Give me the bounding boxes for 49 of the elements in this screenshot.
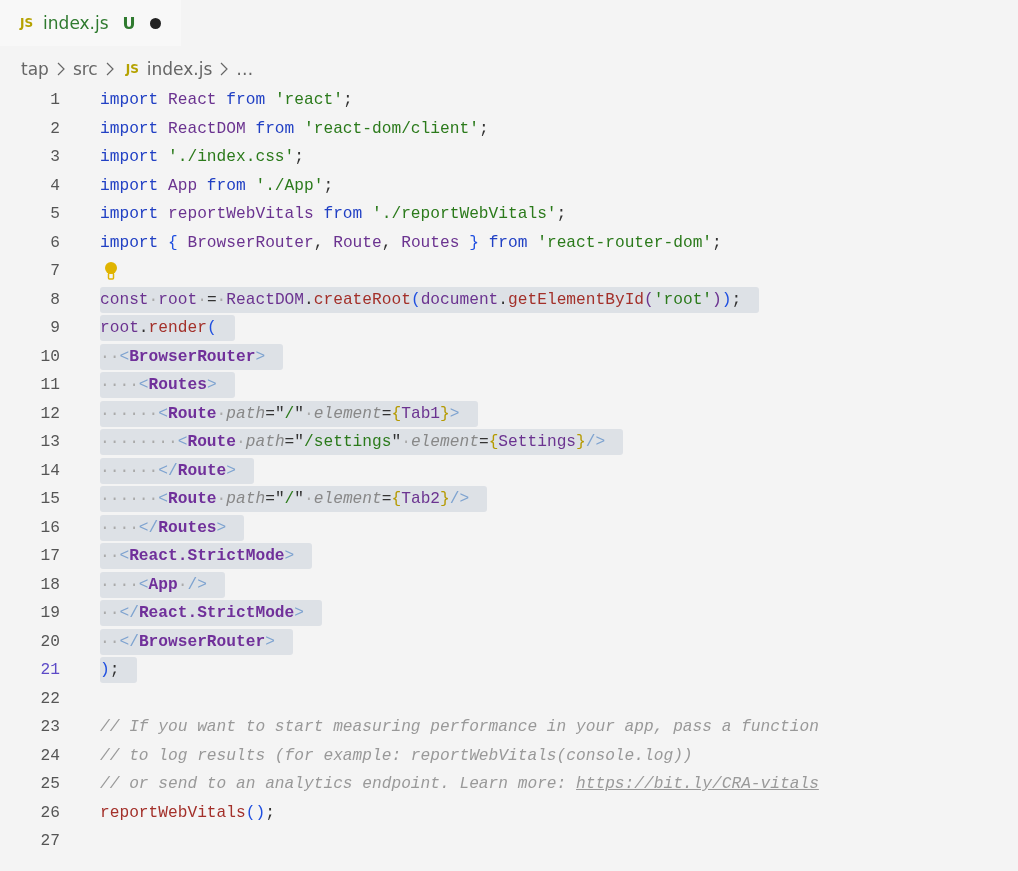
code-line: // or send to an analytics endpoint. Learn more: https://bit.ly/CRA-vitals bbox=[100, 774, 819, 796]
line-number: 11 bbox=[39, 376, 61, 395]
line-number: 22 bbox=[39, 689, 61, 708]
line-number: 4 bbox=[49, 176, 61, 195]
line-number: 2 bbox=[49, 119, 61, 138]
line-number: 3 bbox=[49, 148, 61, 167]
git-status: U bbox=[122, 13, 136, 33]
line-number: 15 bbox=[39, 490, 61, 509]
breadcrumb-item[interactable]: src bbox=[72, 59, 98, 79]
chevron-right-icon bbox=[105, 62, 114, 76]
code-line: import React from 'react'; bbox=[100, 90, 353, 112]
breadcrumb-item[interactable]: tap bbox=[21, 59, 49, 79]
line-number: 12 bbox=[39, 404, 61, 423]
line-number: 14 bbox=[39, 461, 61, 480]
code-line: // to log results (for example: reportWebVitals(console.log)) bbox=[100, 745, 693, 767]
code-line: reportWebVitals(); bbox=[100, 802, 275, 824]
line-number: 8 bbox=[49, 290, 61, 309]
js-file-icon: JS bbox=[20, 16, 34, 30]
tab-label: index.js bbox=[43, 13, 109, 33]
chevron-right-icon bbox=[56, 62, 65, 76]
line-number: 13 bbox=[39, 433, 61, 452]
line-number: 27 bbox=[39, 832, 61, 851]
line-number: 1 bbox=[49, 91, 61, 110]
line-number: 18 bbox=[39, 575, 61, 594]
code-line: import { BrowserRouter, Route, Routes } from 'react-router-dom'; bbox=[100, 232, 722, 254]
code-line: import ReactDOM from 'react-dom/client'; bbox=[100, 118, 489, 140]
line-number: 24 bbox=[39, 746, 61, 765]
line-number: 19 bbox=[39, 604, 61, 623]
line-number: 21 bbox=[39, 661, 61, 680]
line-number: 16 bbox=[39, 518, 61, 537]
editor-tab[interactable]: JS index.js U bbox=[0, 0, 181, 46]
code-line: import reportWebVitals from './reportWebVitals'; bbox=[100, 204, 567, 226]
line-number: 6 bbox=[49, 233, 61, 252]
line-number: 20 bbox=[39, 632, 61, 651]
js-file-icon: JS bbox=[125, 62, 139, 76]
chevron-right-icon bbox=[220, 62, 229, 76]
code-line: import './index.css'; bbox=[100, 147, 304, 169]
line-number: 23 bbox=[39, 718, 61, 737]
line-number: 17 bbox=[39, 547, 61, 566]
line-number: 10 bbox=[39, 347, 61, 366]
line-number: 26 bbox=[39, 803, 61, 822]
breadcrumb-item[interactable]: … bbox=[236, 59, 254, 79]
breadcrumb-item[interactable]: index.js bbox=[146, 59, 213, 79]
line-number: 5 bbox=[49, 205, 61, 224]
line-number: 25 bbox=[39, 775, 61, 794]
code-line: // If you want to start measuring performance in your app, pass a function bbox=[100, 717, 819, 739]
line-number: 9 bbox=[49, 319, 61, 338]
code-line: import App from './App'; bbox=[100, 175, 334, 197]
line-number: 7 bbox=[49, 262, 61, 281]
